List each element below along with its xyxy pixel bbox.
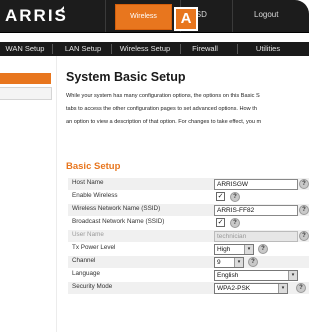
subnav-divider — [237, 44, 238, 54]
select-value: WPA2-PSK — [217, 285, 251, 292]
help-icon[interactable]: ? — [299, 179, 309, 189]
field-label: Tx Power Level — [72, 244, 116, 251]
form-row-broadcast-ssid: Broadcast Network Name (SSID) ✓ ? — [68, 217, 309, 229]
channel-select[interactable]: 9 ▾ — [214, 257, 244, 268]
subnav-divider — [111, 44, 112, 54]
field-label: Channel — [72, 257, 96, 264]
form-row-channel: Channel 9 ▾ ? — [68, 256, 309, 268]
field-label: Host Name — [72, 179, 104, 186]
subnav-utilities[interactable]: Utilities — [248, 42, 288, 56]
tx-power-select[interactable]: High ▾ — [214, 244, 254, 255]
field-label: Security Mode — [72, 283, 113, 290]
host-name-input[interactable]: ARRISGW — [214, 179, 298, 190]
language-select[interactable]: English ▾ — [214, 270, 298, 281]
help-icon[interactable]: ? — [230, 192, 240, 202]
form-row-tx-power: Tx Power Level High ▾ ? — [68, 243, 309, 255]
subnav-lan-setup[interactable]: LAN Setup — [58, 42, 108, 56]
user-name-input: technician — [214, 231, 298, 242]
section-title: Basic Setup — [66, 161, 121, 172]
nav-logout-link[interactable]: Logout — [254, 10, 278, 19]
top-bar: ARRIS Wireless HSD Logout A — [0, 0, 309, 33]
form-row-ssid: Wireless Network Name (SSID) ARRIS-FF82 … — [68, 204, 309, 216]
broadcast-ssid-checkbox[interactable]: ✓ — [216, 218, 225, 227]
subnav-divider — [52, 44, 53, 54]
select-value: High — [217, 246, 231, 253]
nav-divider — [105, 0, 106, 32]
enable-wireless-checkbox[interactable]: ✓ — [216, 192, 225, 201]
form-row-enable-wireless: Enable Wireless ✓ ? — [68, 191, 309, 203]
ssid-input[interactable]: ARRIS-FF82 — [214, 205, 298, 216]
help-icon[interactable]: ? — [299, 231, 309, 241]
subnav-firewall[interactable]: Firewall — [186, 42, 224, 56]
field-label: Enable Wireless — [72, 192, 118, 199]
callout-marker: A — [174, 7, 198, 31]
logo-mark-icon — [56, 6, 64, 14]
help-icon[interactable]: ? — [248, 257, 258, 267]
description-line: tabs to access the other configuration p… — [66, 106, 257, 112]
page-title: System Basic Setup — [66, 70, 186, 84]
help-icon[interactable]: ? — [299, 205, 309, 215]
subnav-wireless-setup[interactable]: Wireless Setup — [114, 42, 176, 56]
chevron-down-icon: ▾ — [278, 284, 287, 293]
router-admin-page: ARRIS Wireless HSD Logout A WAN Setup LA… — [0, 0, 309, 332]
field-label: User Name — [72, 231, 104, 238]
sidebar-item[interactable] — [0, 87, 52, 100]
chevron-down-icon: ▾ — [234, 258, 243, 267]
nav-wireless-tab[interactable]: Wireless — [115, 4, 172, 30]
subnav-divider — [180, 44, 181, 54]
select-value: 9 — [217, 259, 221, 266]
nav-divider — [232, 0, 233, 32]
select-value: English — [217, 272, 239, 279]
main-content: System Basic Setup While your system has… — [66, 56, 309, 332]
form-row-language: Language English ▾ — [68, 269, 309, 281]
chevron-down-icon: ▾ — [288, 271, 297, 280]
help-icon[interactable]: ? — [258, 244, 268, 254]
subnav-wan-setup[interactable]: WAN Setup — [0, 42, 50, 56]
security-mode-select[interactable]: WPA2-PSK ▾ — [214, 283, 288, 294]
page-description: While your system has many configuration… — [66, 90, 309, 129]
field-label: Broadcast Network Name (SSID) — [72, 218, 165, 225]
form-row-security-mode: Security Mode WPA2-PSK ▾ ? — [68, 282, 309, 294]
sidebar — [0, 56, 57, 332]
help-icon[interactable]: ? — [296, 283, 306, 293]
field-label: Wireless Network Name (SSID) — [72, 205, 161, 212]
description-line: an option to view a description of that … — [66, 119, 262, 125]
field-label: Language — [72, 270, 101, 277]
form-row-host-name: Host Name ARRISGW ? — [68, 178, 309, 190]
sidebar-item-active[interactable] — [0, 73, 51, 84]
help-icon[interactable]: ? — [230, 218, 240, 228]
chevron-down-icon: ▾ — [244, 245, 253, 254]
sub-nav: WAN Setup LAN Setup Wireless Setup Firew… — [0, 42, 309, 56]
form-row-user-name: User Name technician ? — [68, 230, 309, 242]
description-line: While your system has many configuration… — [66, 93, 260, 99]
